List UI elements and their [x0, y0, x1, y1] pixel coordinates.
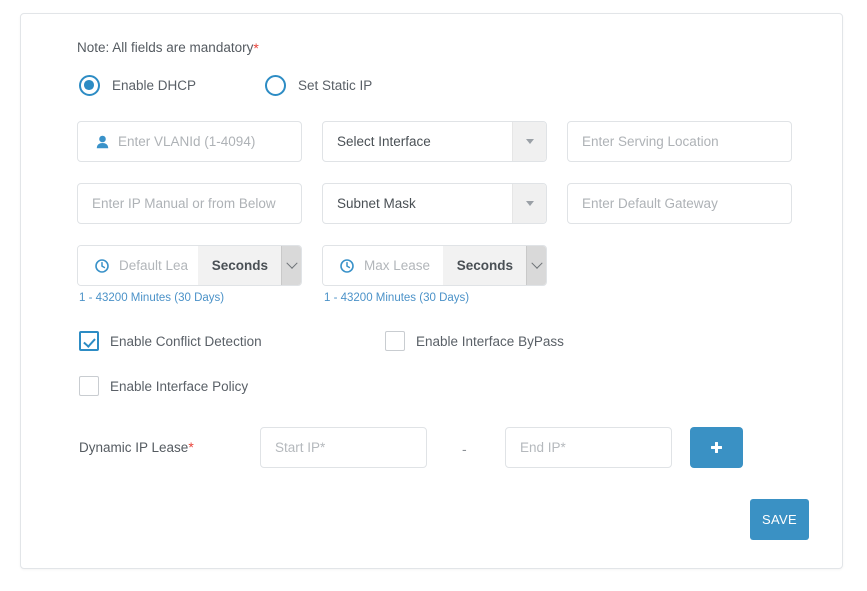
vlan-id-input[interactable]: Enter VLANId (1-4094) — [77, 121, 302, 162]
checkbox-unchecked-icon[interactable] — [79, 376, 99, 396]
max-lease-input[interactable]: Max Lease — [323, 246, 443, 285]
plus-icon — [711, 442, 722, 453]
field-col-interface: Select Interface — [322, 121, 547, 162]
ip-range-separator: - — [462, 441, 467, 457]
clock-icon — [337, 258, 357, 273]
default-lease-placeholder: Default Lea — [119, 258, 189, 273]
interface-select[interactable]: Select Interface — [322, 121, 547, 162]
clock-icon — [92, 258, 112, 273]
radio-label-set-static-ip: Set Static IP — [298, 78, 373, 93]
default-lease-unit-value: Seconds — [197, 246, 281, 285]
max-lease-unit-chevron-down-icon[interactable] — [526, 246, 546, 285]
default-lease-group: Default Lea Seconds — [77, 245, 302, 286]
field-col-default-gateway: Enter Default Gateway — [567, 183, 792, 224]
ip-mode-radio-group: Enable DHCP Set Static IP — [77, 75, 812, 97]
dhcp-configuration-page: Note: All fields are mandatory* Enable D… — [0, 0, 867, 591]
default-gateway-placeholder: Enter Default Gateway — [582, 196, 718, 211]
checkbox-enable-interface-bypass[interactable]: Enable Interface ByPass — [385, 331, 564, 351]
save-button[interactable]: SAVE — [750, 499, 809, 540]
start-ip-placeholder: Start IP* — [275, 440, 326, 455]
start-ip-wrapper: Start IP* — [260, 427, 427, 468]
default-lease-input[interactable]: Default Lea — [78, 246, 198, 285]
field-col-vlan-id: Enter VLANId (1-4094) — [77, 121, 302, 162]
required-asterisk: * — [253, 40, 259, 56]
field-col-ip-manual: Enter IP Manual or from Below — [77, 183, 302, 224]
card-body: Note: All fields are mandatory* Enable D… — [77, 41, 812, 558]
subnet-mask-select-value: Subnet Mask — [337, 196, 416, 211]
radio-option-enable-dhcp[interactable]: Enable DHCP — [79, 75, 196, 96]
start-ip-input[interactable]: Start IP* — [260, 427, 427, 468]
subnet-mask-select[interactable]: Subnet Mask — [322, 183, 547, 224]
checkbox-label-enable-conflict-detection: Enable Conflict Detection — [110, 333, 262, 349]
max-lease-unit-value: Seconds — [442, 246, 526, 285]
add-ip-range-button[interactable] — [690, 427, 743, 468]
checkbox-enable-conflict-detection[interactable]: Enable Conflict Detection — [79, 331, 262, 351]
default-lease-help-text: 1 - 43200 Minutes (30 Days) — [79, 292, 225, 304]
field-row-3: Default Lea Seconds 1 - 43200 Minutes (3… — [77, 245, 812, 313]
dynamic-ip-lease-label-text: Dynamic IP Lease — [79, 440, 189, 455]
chevron-down-icon[interactable] — [512, 184, 546, 223]
ip-manual-placeholder: Enter IP Manual or from Below — [92, 196, 276, 211]
mandatory-note: Note: All fields are mandatory* — [77, 41, 812, 55]
dhcp-settings-card: Note: All fields are mandatory* Enable D… — [20, 13, 843, 569]
checkbox-enable-interface-policy[interactable]: Enable Interface Policy — [79, 376, 248, 396]
default-lease-unit-chevron-down-icon[interactable] — [281, 246, 301, 285]
interface-select-value: Select Interface — [337, 134, 431, 149]
radio-option-set-static-ip[interactable]: Set Static IP — [265, 75, 372, 96]
radio-selected-icon[interactable] — [79, 75, 100, 96]
ip-manual-input[interactable]: Enter IP Manual or from Below — [77, 183, 302, 224]
end-ip-placeholder: End IP* — [520, 440, 566, 455]
checkbox-label-enable-interface-bypass: Enable Interface ByPass — [416, 333, 564, 349]
end-ip-wrapper: End IP* — [505, 427, 672, 468]
dynamic-ip-lease-label: Dynamic IP Lease* — [79, 440, 194, 455]
options-checkbox-area: Enable Conflict Detection Enable Interfa… — [77, 331, 812, 421]
checkbox-unchecked-icon[interactable] — [385, 331, 405, 351]
serving-location-placeholder: Enter Serving Location — [582, 134, 719, 149]
user-icon — [92, 135, 112, 149]
checkbox-label-enable-interface-policy: Enable Interface Policy — [110, 378, 249, 394]
radio-label-enable-dhcp: Enable DHCP — [112, 78, 197, 93]
checkbox-checked-icon[interactable] — [79, 331, 99, 351]
checkbox-row-2: Enable Interface Policy — [77, 376, 812, 421]
chevron-down-icon[interactable] — [512, 122, 546, 161]
dynamic-ip-lease-row: Dynamic IP Lease* Start IP* - End IP* — [77, 427, 812, 487]
max-lease-group: Max Lease Seconds — [322, 245, 547, 286]
radio-unselected-icon[interactable] — [265, 75, 286, 96]
checkbox-row-1: Enable Conflict Detection Enable Interfa… — [77, 331, 812, 376]
max-lease-placeholder: Max Lease — [364, 258, 431, 273]
vlan-id-placeholder: Enter VLANId (1-4094) — [118, 134, 256, 149]
field-row-1: Enter VLANId (1-4094) Select Interface E… — [77, 121, 812, 183]
field-col-max-lease: Max Lease Seconds 1 - 43200 Minutes (30 … — [322, 245, 547, 304]
field-col-subnet-mask: Subnet Mask — [322, 183, 547, 224]
form-actions: SAVE — [77, 499, 812, 559]
field-row-2: Enter IP Manual or from Below Subnet Mas… — [77, 183, 812, 245]
field-col-default-lease: Default Lea Seconds 1 - 43200 Minutes (3… — [77, 245, 302, 304]
serving-location-input[interactable]: Enter Serving Location — [567, 121, 792, 162]
max-lease-help-text: 1 - 43200 Minutes (30 Days) — [324, 292, 470, 304]
required-asterisk: * — [188, 439, 194, 455]
end-ip-input[interactable]: End IP* — [505, 427, 672, 468]
mandatory-note-text: Note: All fields are mandatory — [77, 40, 254, 55]
default-gateway-input[interactable]: Enter Default Gateway — [567, 183, 792, 224]
fields-grid: Enter VLANId (1-4094) Select Interface E… — [77, 121, 812, 313]
field-col-serving-location: Enter Serving Location — [567, 121, 792, 162]
